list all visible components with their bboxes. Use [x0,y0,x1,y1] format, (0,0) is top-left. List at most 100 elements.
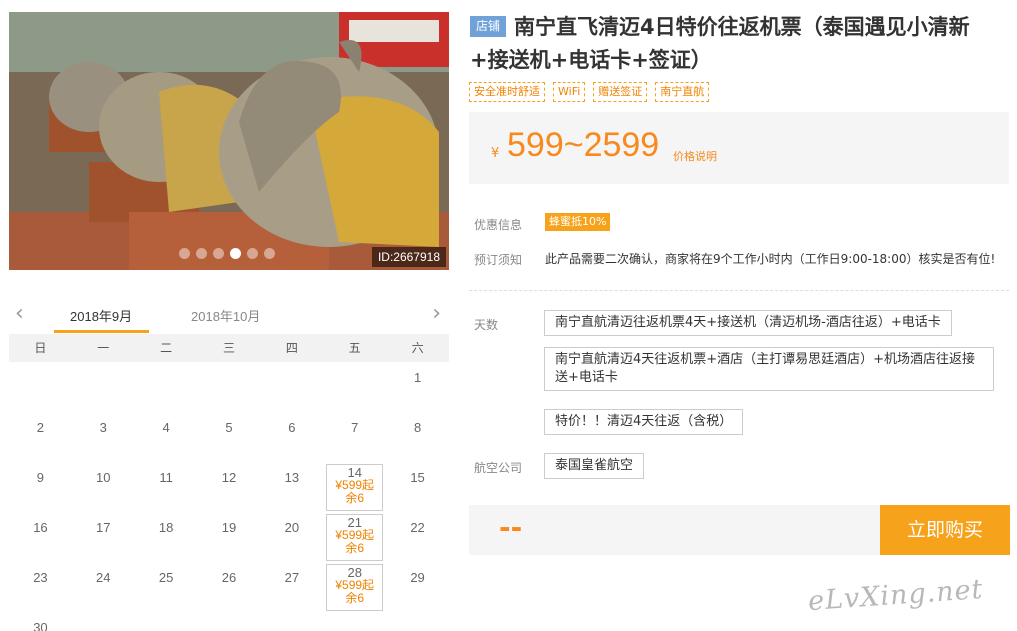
day-number: 7 [351,420,359,435]
feature-tag: 南宁直航 [655,82,710,102]
tab-month-oct[interactable]: 2018年10月 [191,306,260,325]
day-number: 26 [221,570,237,585]
day-number [72,362,135,370]
day-number: 27 [284,570,300,585]
carousel-dot[interactable] [196,248,207,259]
day-number: 24 [96,570,111,585]
weekday-label: 二 [160,341,173,355]
day-number: 5 [225,420,233,435]
day-select-box[interactable] [326,514,384,561]
product-title: 南宁直飞清迈4日特价往返机票（泰国遇见小清新+接送机+电话卡+签证） [470,15,970,72]
calendar-day: 15 [386,462,449,512]
calendar-day [198,362,261,412]
weekday-label: 六 [411,341,424,355]
calendar-day: 10 [72,462,135,512]
day-number: 29 [410,570,425,585]
calendar-day: 23 [9,562,72,612]
weekday-label: 五 [348,341,361,355]
total-price-value: -- [499,511,523,544]
calendar-day: 4 [135,412,198,462]
calendar-day: 27 [260,562,323,612]
calendar-day [72,362,135,412]
day-number: 6 [288,420,296,435]
calendar-day: 25 [135,562,198,612]
calendar-day: 12 [198,462,261,512]
day-number: 22 [410,520,425,535]
total-price-bar: -- [469,505,881,555]
calendar-day: 22 [386,512,449,562]
price-box: ¥ 599~2599 价格说明 [469,112,1009,184]
day-number: 8 [413,420,422,435]
day-number: 25 [158,570,174,585]
chevron-left-icon[interactable]: ‹ [15,302,24,326]
feature-tag: 安全准时舒适 [469,82,545,102]
price-range: 599~2599 [507,126,660,164]
calendar-day: 7 [323,412,386,462]
calendar-day-available[interactable]: 28 ¥599起 余6 [323,562,386,612]
carousel-dot[interactable] [264,248,275,259]
product-photo[interactable]: ID:2667918 [9,12,449,270]
calendar-month-nav: ‹ 2018年9月 2018年10月 › [9,300,449,334]
calendar-day: 2 [9,412,72,462]
calendar-day: 8 [386,412,449,462]
day-number: 12 [221,470,237,485]
tab-month-sep[interactable]: 2018年9月 [70,306,132,325]
day-number: 10 [96,470,111,485]
weekday-label: 日 [34,341,47,355]
calendar-day [135,362,198,412]
day-option[interactable]: 南宁直航清迈4天往返机票+酒店（主打谭易思廷酒店）+机场酒店往返接送+电话卡 [544,347,994,391]
carousel-dot-active[interactable] [230,248,241,259]
day-number: 23 [33,570,48,585]
carousel-dot[interactable] [213,248,224,259]
day-number [9,362,72,370]
day-number: 19 [221,520,237,535]
price-explain-link[interactable]: 价格说明 [673,148,717,164]
buy-now-button[interactable]: 立即购买 [880,505,1010,555]
calendar-day: 11 [135,462,198,512]
day-option[interactable]: 南宁直航清迈往返机票4天+接送机（清迈机场-酒店往返）+电话卡 [544,310,952,336]
day-number: 30 [33,620,48,631]
airline-option[interactable]: 泰国皇雀航空 [544,453,645,479]
calendar-day: 13 [260,462,323,512]
notice-text: 此产品需要二次确认，商家将在9个工作小时内（工作日9:00-18:00）核实是否… [545,252,996,266]
day-number: 15 [410,470,425,485]
day-option[interactable]: 特价！！清迈4天往返（含税） [544,409,744,435]
day-number: 17 [96,520,111,535]
calendar-day: 3 [72,412,135,462]
weekday-label: 一 [97,341,110,355]
day-number: 11 [159,470,173,485]
calendar-weekday-header: 日 一 二 三 四 五 六 [9,334,449,362]
discount-label: 优惠信息 [474,218,523,232]
calendar-day-available[interactable]: 14 ¥599起 余6 [323,462,386,512]
calendar-day-available[interactable]: 21 ¥599起 余6 [323,512,386,562]
calendar-day: 20 [260,512,323,562]
calendar-day: 9 [9,462,72,512]
day-number: 13 [284,470,300,485]
carousel-dots [179,248,275,259]
day-number: 2 [36,420,45,435]
calendar-day [260,362,323,412]
elephant-statues-image [9,12,449,270]
calendar-day: 29 [386,562,449,612]
calendar-day: 18 [135,512,198,562]
photo-id-label: ID:2667918 [371,247,446,267]
day-select-box[interactable] [326,564,384,611]
day-number [198,362,261,370]
notice-label: 预订须知 [474,253,523,267]
day-number: 4 [162,420,170,435]
carousel-dot[interactable] [247,248,258,259]
day-number [260,362,323,370]
watermark: eLvXing.net [807,573,985,618]
calendar-day: 17 [72,512,135,562]
day-number: 1 [413,370,422,385]
day-number: 16 [33,520,48,535]
day-select-box[interactable] [326,464,384,511]
discount-badge: 蜂蜜抵10% [545,213,611,231]
calendar-day: 1 [386,362,449,412]
calendar-day [9,362,72,412]
calendar-grid: 1 2 3 4 5 6 7 8 9 10 11 12 13 14 ¥599起 余6 15 16 17 18 19 20 21… [9,362,449,631]
carousel-dot[interactable] [179,248,190,259]
calendar-day: 24 [72,562,135,612]
weekday-label: 四 [285,341,298,355]
chevron-right-icon[interactable]: › [432,302,441,326]
